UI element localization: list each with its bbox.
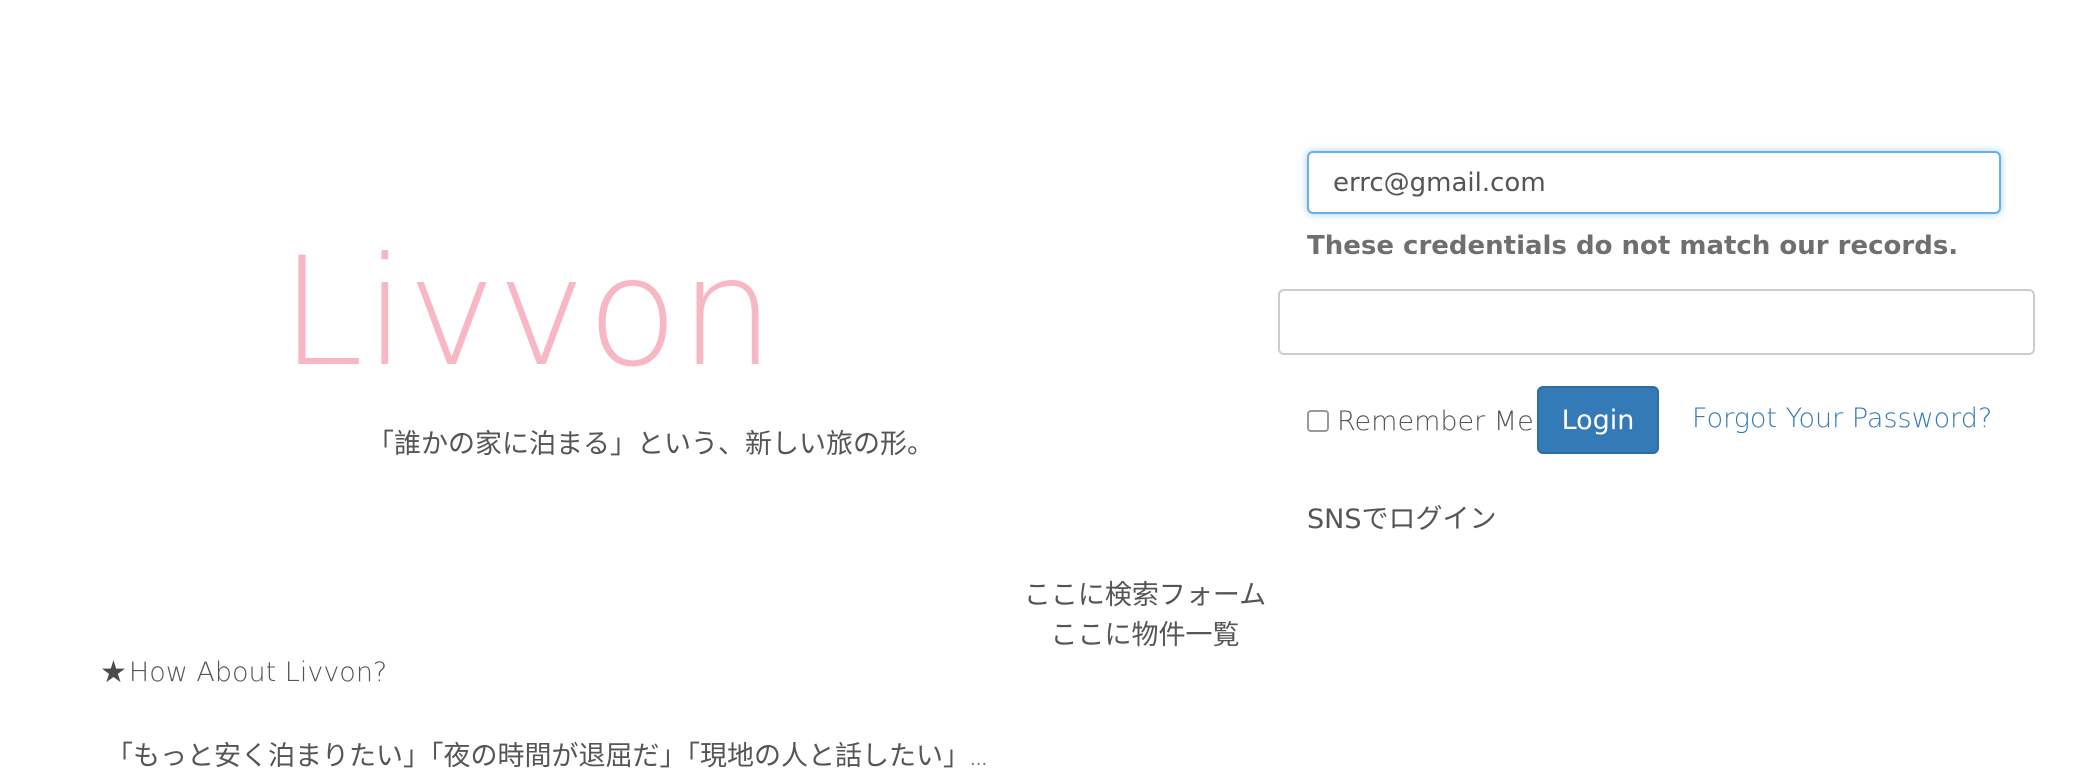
email-field[interactable] xyxy=(1307,151,2001,214)
tagline: 「誰かの家に泊まる」という、新しい旅の形。 xyxy=(367,429,934,460)
remember-me-checkbox[interactable] xyxy=(1307,410,1329,432)
sns-login-link[interactable]: SNSでログイン xyxy=(1307,497,1496,536)
star-icon: ★ xyxy=(100,655,127,690)
remember-me[interactable]: Remember Me xyxy=(1307,387,1534,455)
remember-me-label: Remember Me xyxy=(1337,405,1534,437)
how-about-heading: ★ How About Livvon? xyxy=(100,655,387,690)
page: Livvon 「誰かの家に泊まる」という、新しい旅の形。 These crede… xyxy=(0,0,2092,778)
how-about-label: How About Livvon? xyxy=(128,657,388,688)
search-form-placeholder: ここに検索フォーム xyxy=(1023,580,1267,611)
about-quotes: 「もっと安く泊まりたい」「夜の時間が退屈だ」「現地の人と話したい」... xyxy=(106,734,987,773)
about-quotes-ellipsis: ... xyxy=(970,749,988,770)
password-field[interactable] xyxy=(1278,289,2035,355)
login-button[interactable]: Login xyxy=(1537,386,1659,454)
listing-placeholder: ここに物件一覧 xyxy=(1050,620,1240,651)
error-message: These credentials do not match our recor… xyxy=(1307,231,1959,261)
brand-title: Livvon xyxy=(280,226,776,400)
about-quotes-text: 「もっと安く泊まりたい」「夜の時間が退屈だ」「現地の人と話したい」 xyxy=(106,741,970,772)
forgot-password-link[interactable]: Forgot Your Password? xyxy=(1692,403,1992,434)
content-placeholders: ここに検索フォーム ここに物件一覧 xyxy=(1000,576,1290,656)
